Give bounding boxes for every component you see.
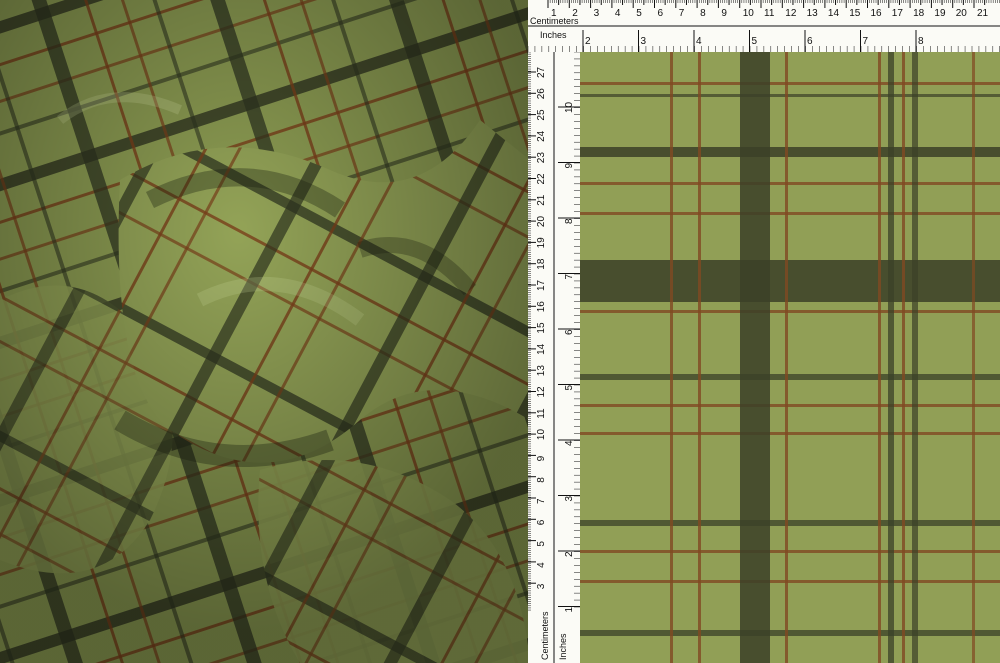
ruler-side-cm-label: 20 xyxy=(536,216,547,228)
ruler-side-cm-label: 22 xyxy=(536,173,547,185)
ruler-inch-label: 7 xyxy=(863,36,869,47)
side-inches-label: Inches xyxy=(558,633,568,660)
ruler-side-cm-label: 5 xyxy=(536,541,547,547)
ruler-side-cm-label: 23 xyxy=(536,152,547,164)
ruler-side-cm-label: 3 xyxy=(536,583,547,589)
draped-fabric-photo xyxy=(0,0,530,663)
ruler-side-cm-label: 9 xyxy=(536,455,547,461)
ruler-left: 2726252423222120191817161514131211109876… xyxy=(528,52,580,663)
ruler-side-inch-label: 3 xyxy=(564,496,575,502)
ruler-inch-label: 2 xyxy=(585,36,591,47)
ruler-cm-label: 13 xyxy=(807,8,819,19)
ruler-side-inch-label: 6 xyxy=(564,329,575,335)
ruler-cm-label: 5 xyxy=(636,8,642,19)
ruler-side-cm-label: 6 xyxy=(536,519,547,525)
ruler-side-cm-label: 10 xyxy=(536,429,547,441)
ruler-cm-label: 6 xyxy=(658,8,664,19)
ruler-cm-label: 4 xyxy=(615,8,621,19)
ruler-cm-label: 19 xyxy=(934,8,946,19)
flat-plaid-fabric-icon xyxy=(580,52,1000,663)
flat-fabric-swatch xyxy=(580,52,1000,663)
ruler-inch-label: 3 xyxy=(641,36,647,47)
ruler-side-cm-label: 8 xyxy=(536,477,547,483)
ruler-inch-label: 6 xyxy=(807,36,813,47)
ruler-side-cm-label: 21 xyxy=(536,194,547,206)
ruler-side-inch-label: 2 xyxy=(564,551,575,557)
ruler-cm-label: 15 xyxy=(849,8,861,19)
inches-label: Inches xyxy=(540,30,567,40)
ruler-side-cm-label: 24 xyxy=(536,130,547,142)
ruler-cm-label: 20 xyxy=(956,8,968,19)
side-centimeters-label: Centimeters xyxy=(540,611,550,660)
ruler-side-cm-label: 27 xyxy=(536,66,547,78)
ruler-side-cm-label: 25 xyxy=(536,109,547,121)
ruler-side-inch-label: 8 xyxy=(564,218,575,224)
ruler-cm-label: 7 xyxy=(679,8,685,19)
draped-plaid-fabric-icon xyxy=(0,0,530,663)
ruler-side-inch-label: 10 xyxy=(564,101,575,113)
ruler-top: Centimeters Inches 123456789101112131415… xyxy=(528,0,1000,52)
ruler-side-inch-label: 1 xyxy=(564,607,575,613)
ruler-cm-label: 8 xyxy=(700,8,706,19)
ruler-side-cm-label: 26 xyxy=(536,88,547,100)
ruler-inch-label: 8 xyxy=(918,36,924,47)
ruler-side-cm-label: 11 xyxy=(536,408,547,419)
ruler-cm-label: 10 xyxy=(743,8,755,19)
ruler-side-cm-label: 4 xyxy=(536,562,547,568)
ruler-inch-label: 5 xyxy=(752,36,758,47)
ruler-side-cm-label: 15 xyxy=(536,322,547,334)
ruler-side-cm-label: 16 xyxy=(536,301,547,313)
ruler-side-cm-label: 12 xyxy=(536,386,547,398)
ruler-cm-label: 12 xyxy=(785,8,797,19)
ruler-cm-label: 16 xyxy=(871,8,883,19)
ruler-cm-label: 1 xyxy=(551,8,557,19)
ruler-side-inch-label: 7 xyxy=(564,274,575,280)
ruler-side-inch-label: 5 xyxy=(564,385,575,391)
ruler-side-cm-label: 13 xyxy=(536,365,547,377)
ruler-side-inch-label: 9 xyxy=(564,163,575,169)
ruler-cm-label: 11 xyxy=(764,8,775,19)
ruler-side-cm-label: 7 xyxy=(536,498,547,504)
ruler-cm-label: 18 xyxy=(913,8,925,19)
ruler-cm-label: 21 xyxy=(977,8,989,19)
ruler-cm-label: 2 xyxy=(572,8,578,19)
ruler-side-cm-label: 18 xyxy=(536,258,547,270)
ruler-cm-label: 17 xyxy=(892,8,904,19)
ruler-side-inch-label: 4 xyxy=(564,440,575,446)
ruler-side-cm-label: 14 xyxy=(536,343,547,355)
ruler-cm-label: 9 xyxy=(721,8,727,19)
ruler-side-cm-label: 19 xyxy=(536,237,547,249)
ruler-cm-label: 14 xyxy=(828,8,840,19)
ruler-inch-label: 4 xyxy=(696,36,702,47)
ruler-cm-label: 3 xyxy=(594,8,600,19)
ruler-side-cm-label: 17 xyxy=(536,279,547,291)
